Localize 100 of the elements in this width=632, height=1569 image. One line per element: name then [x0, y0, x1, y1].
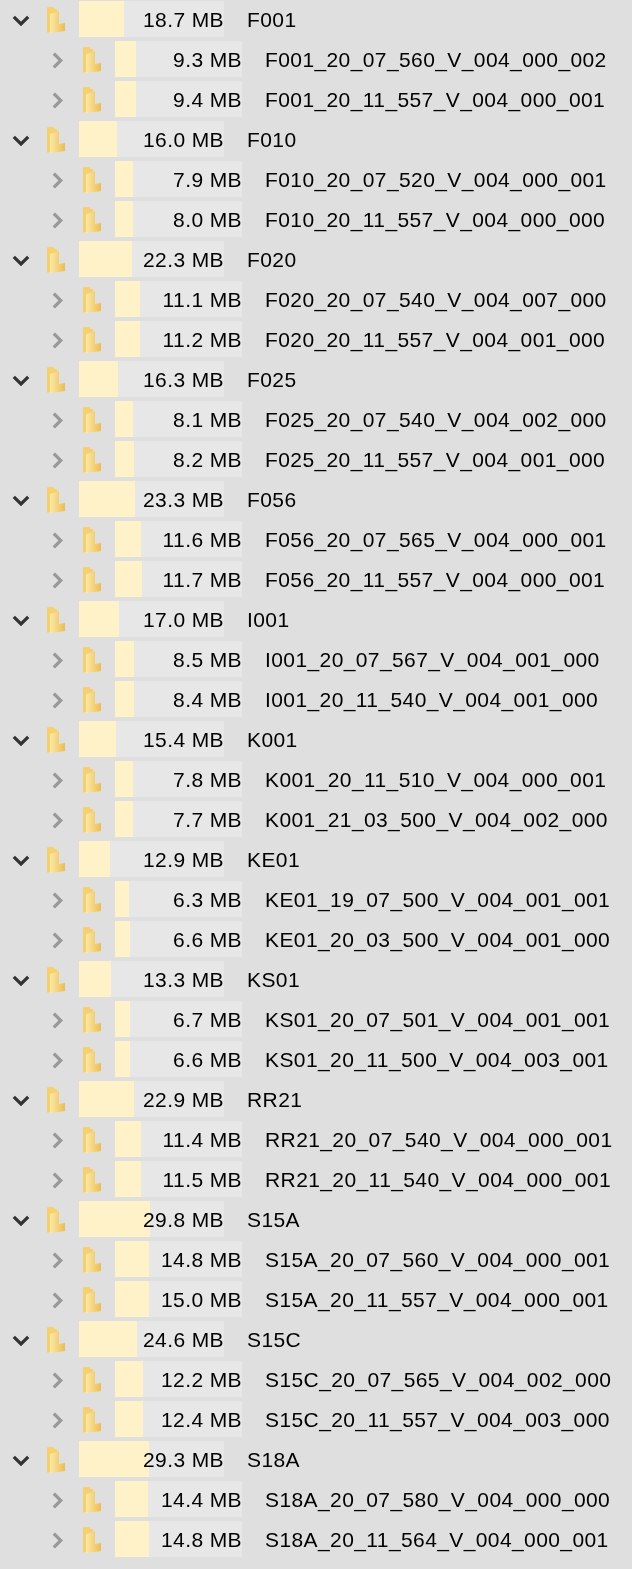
folder-name[interactable]: KE01: [247, 847, 300, 873]
folder-name[interactable]: I001_20_11_540_V_004_001_000: [265, 687, 599, 713]
folder-name[interactable]: S18A: [247, 1447, 300, 1473]
chevron-right-icon[interactable]: [51, 1491, 63, 1509]
folder-size: 6.7 MB: [173, 1007, 242, 1033]
chevron-down-icon[interactable]: [12, 1334, 30, 1346]
folder-size: 11.5 MB: [162, 1167, 242, 1193]
chevron-right-icon[interactable]: [51, 771, 63, 789]
chevron-down-icon[interactable]: [12, 254, 30, 266]
folder-name[interactable]: K001: [247, 727, 298, 753]
chevron-down-icon[interactable]: [12, 974, 30, 986]
folder-name[interactable]: KS01_20_11_500_V_004_003_001: [265, 1047, 609, 1073]
folder-size: 16.3 MB: [143, 367, 224, 393]
chevron-right-icon[interactable]: [51, 451, 63, 469]
folder-name[interactable]: F010_20_07_520_V_004_000_001: [265, 167, 607, 193]
folder-name[interactable]: S15C_20_07_565_V_004_002_000: [265, 1367, 612, 1393]
folder-name[interactable]: KE01_20_03_500_V_004_001_000: [265, 927, 611, 953]
chevron-right-icon[interactable]: [51, 1131, 63, 1149]
folder-name[interactable]: RR21_20_07_540_V_004_000_001: [265, 1127, 613, 1153]
chevron-down-icon[interactable]: [12, 1454, 30, 1466]
chevron-down-icon[interactable]: [12, 374, 30, 386]
chevron-right-icon[interactable]: [51, 1171, 63, 1189]
chevron-right-icon[interactable]: [51, 411, 63, 429]
chevron-right-icon[interactable]: [51, 51, 63, 69]
folder-size: 29.8 MB: [143, 1207, 224, 1233]
chevron-right-icon[interactable]: [51, 571, 63, 589]
chevron-down-icon[interactable]: [12, 134, 30, 146]
folder-name[interactable]: F056_20_07_565_V_004_000_001: [265, 527, 607, 553]
folder-icon: [83, 167, 101, 193]
folder-name[interactable]: I001_20_07_567_V_004_001_000: [265, 647, 600, 673]
chevron-down-icon[interactable]: [12, 854, 30, 866]
folder-size: 11.2 MB: [162, 327, 242, 353]
folder-name[interactable]: F056: [247, 487, 297, 513]
folder-name[interactable]: S18A_20_07_580_V_004_000_000: [265, 1487, 611, 1513]
folder-name[interactable]: I001: [247, 607, 290, 633]
folder-name[interactable]: F020: [247, 247, 297, 273]
folder-name[interactable]: F020_20_11_557_V_004_001_000: [265, 327, 606, 353]
chevron-down-icon[interactable]: [12, 734, 30, 746]
folder-icon: [83, 1287, 101, 1313]
chevron-right-icon[interactable]: [51, 931, 63, 949]
folder-icon: [83, 1127, 101, 1153]
chevron-down-icon[interactable]: [12, 494, 30, 506]
folder-name[interactable]: S15A: [247, 1207, 300, 1233]
folder-name[interactable]: KS01_20_07_501_V_004_001_001: [265, 1007, 611, 1033]
chevron-right-icon[interactable]: [51, 1011, 63, 1029]
folder-size: 8.2 MB: [173, 447, 242, 473]
folder-icon: [47, 1447, 65, 1473]
folder-name[interactable]: F010: [247, 127, 297, 153]
folder-icon: [83, 567, 101, 593]
chevron-right-icon[interactable]: [51, 811, 63, 829]
chevron-right-icon[interactable]: [51, 1051, 63, 1069]
folder-name[interactable]: S15A_20_11_557_V_004_000_001: [265, 1287, 609, 1313]
chevron-right-icon[interactable]: [51, 651, 63, 669]
chevron-right-icon[interactable]: [51, 291, 63, 309]
chevron-right-icon[interactable]: [51, 211, 63, 229]
folder-size: 12.4 MB: [161, 1407, 242, 1433]
folder-name[interactable]: KS01: [247, 967, 300, 993]
folder-name[interactable]: F010_20_11_557_V_004_000_000: [265, 207, 606, 233]
folder-name[interactable]: KE01_19_07_500_V_004_001_001: [265, 887, 611, 913]
chevron-down-icon[interactable]: [12, 614, 30, 626]
folder-name[interactable]: S15C_20_11_557_V_004_003_000: [265, 1407, 610, 1433]
folder-icon: [83, 647, 101, 673]
chevron-down-icon[interactable]: [12, 1214, 30, 1226]
folder-icon: [47, 727, 65, 753]
folder-size: 23.3 MB: [143, 487, 224, 513]
chevron-right-icon[interactable]: [51, 331, 63, 349]
folder-name[interactable]: S18A_20_11_564_V_004_000_001: [265, 1527, 609, 1553]
folder-name[interactable]: F025_20_11_557_V_004_001_000: [265, 447, 606, 473]
chevron-right-icon[interactable]: [51, 1411, 63, 1429]
folder-name[interactable]: RR21_20_11_540_V_004_000_001: [265, 1167, 611, 1193]
folder-name[interactable]: F020_20_07_540_V_004_007_000: [265, 287, 607, 313]
chevron-right-icon[interactable]: [51, 1371, 63, 1389]
folder-icon: [83, 687, 101, 713]
folder-name[interactable]: F025_20_07_540_V_004_002_000: [265, 407, 607, 433]
folder-name[interactable]: K001_21_03_500_V_004_002_000: [265, 807, 608, 833]
folder-name[interactable]: K001_20_11_510_V_004_000_001: [265, 767, 607, 793]
folder-name[interactable]: RR21: [247, 1087, 303, 1113]
folder-name[interactable]: F025: [247, 367, 297, 393]
folder-name[interactable]: F001: [247, 7, 297, 33]
chevron-right-icon[interactable]: [51, 691, 63, 709]
folder-name[interactable]: F001_20_07_560_V_004_000_002: [265, 47, 607, 73]
folder-size: 6.3 MB: [173, 887, 242, 913]
chevron-right-icon[interactable]: [51, 531, 63, 549]
chevron-right-icon[interactable]: [51, 891, 63, 909]
folder-icon: [83, 1527, 101, 1553]
folder-size: 9.3 MB: [173, 47, 242, 73]
chevron-down-icon[interactable]: [12, 1094, 30, 1106]
folder-name[interactable]: F056_20_11_557_V_004_000_001: [265, 567, 606, 593]
folder-name[interactable]: F001_20_11_557_V_004_000_001: [265, 87, 606, 113]
chevron-right-icon[interactable]: [51, 91, 63, 109]
folder-icon: [83, 407, 101, 433]
folder-icon: [83, 1487, 101, 1513]
folder-name[interactable]: S15C: [247, 1327, 302, 1353]
chevron-right-icon[interactable]: [51, 1251, 63, 1269]
chevron-right-icon[interactable]: [51, 171, 63, 189]
chevron-right-icon[interactable]: [51, 1531, 63, 1549]
chevron-right-icon[interactable]: [51, 1291, 63, 1309]
folder-icon: [83, 327, 101, 353]
folder-name[interactable]: S15A_20_07_560_V_004_000_001: [265, 1247, 611, 1273]
chevron-down-icon[interactable]: [12, 14, 30, 26]
